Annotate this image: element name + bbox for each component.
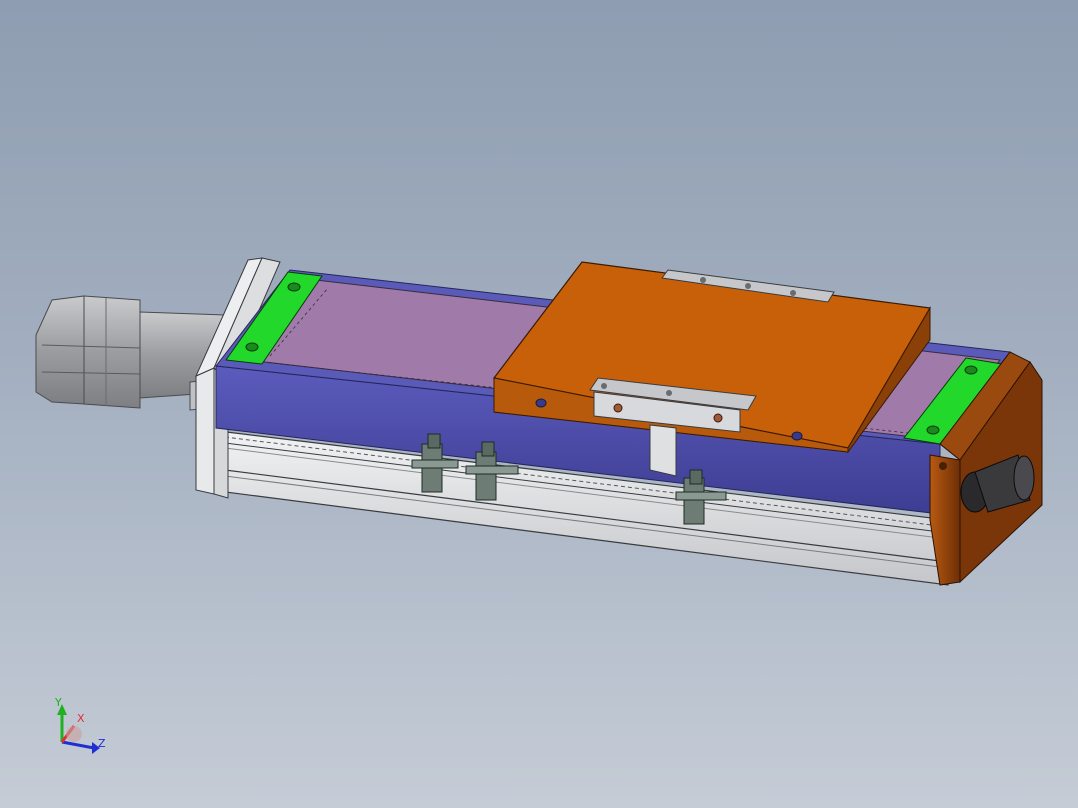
linear-actuator-model[interactable]: Y X Z — [0, 0, 1078, 808]
triad-y-label: Y — [54, 696, 62, 709]
coordinate-triad: Y X Z — [54, 696, 106, 754]
triad-z-label: Z — [98, 737, 106, 750]
triad-x-label: X — [77, 712, 85, 725]
cad-viewport[interactable]: Y X Z — [0, 0, 1078, 808]
